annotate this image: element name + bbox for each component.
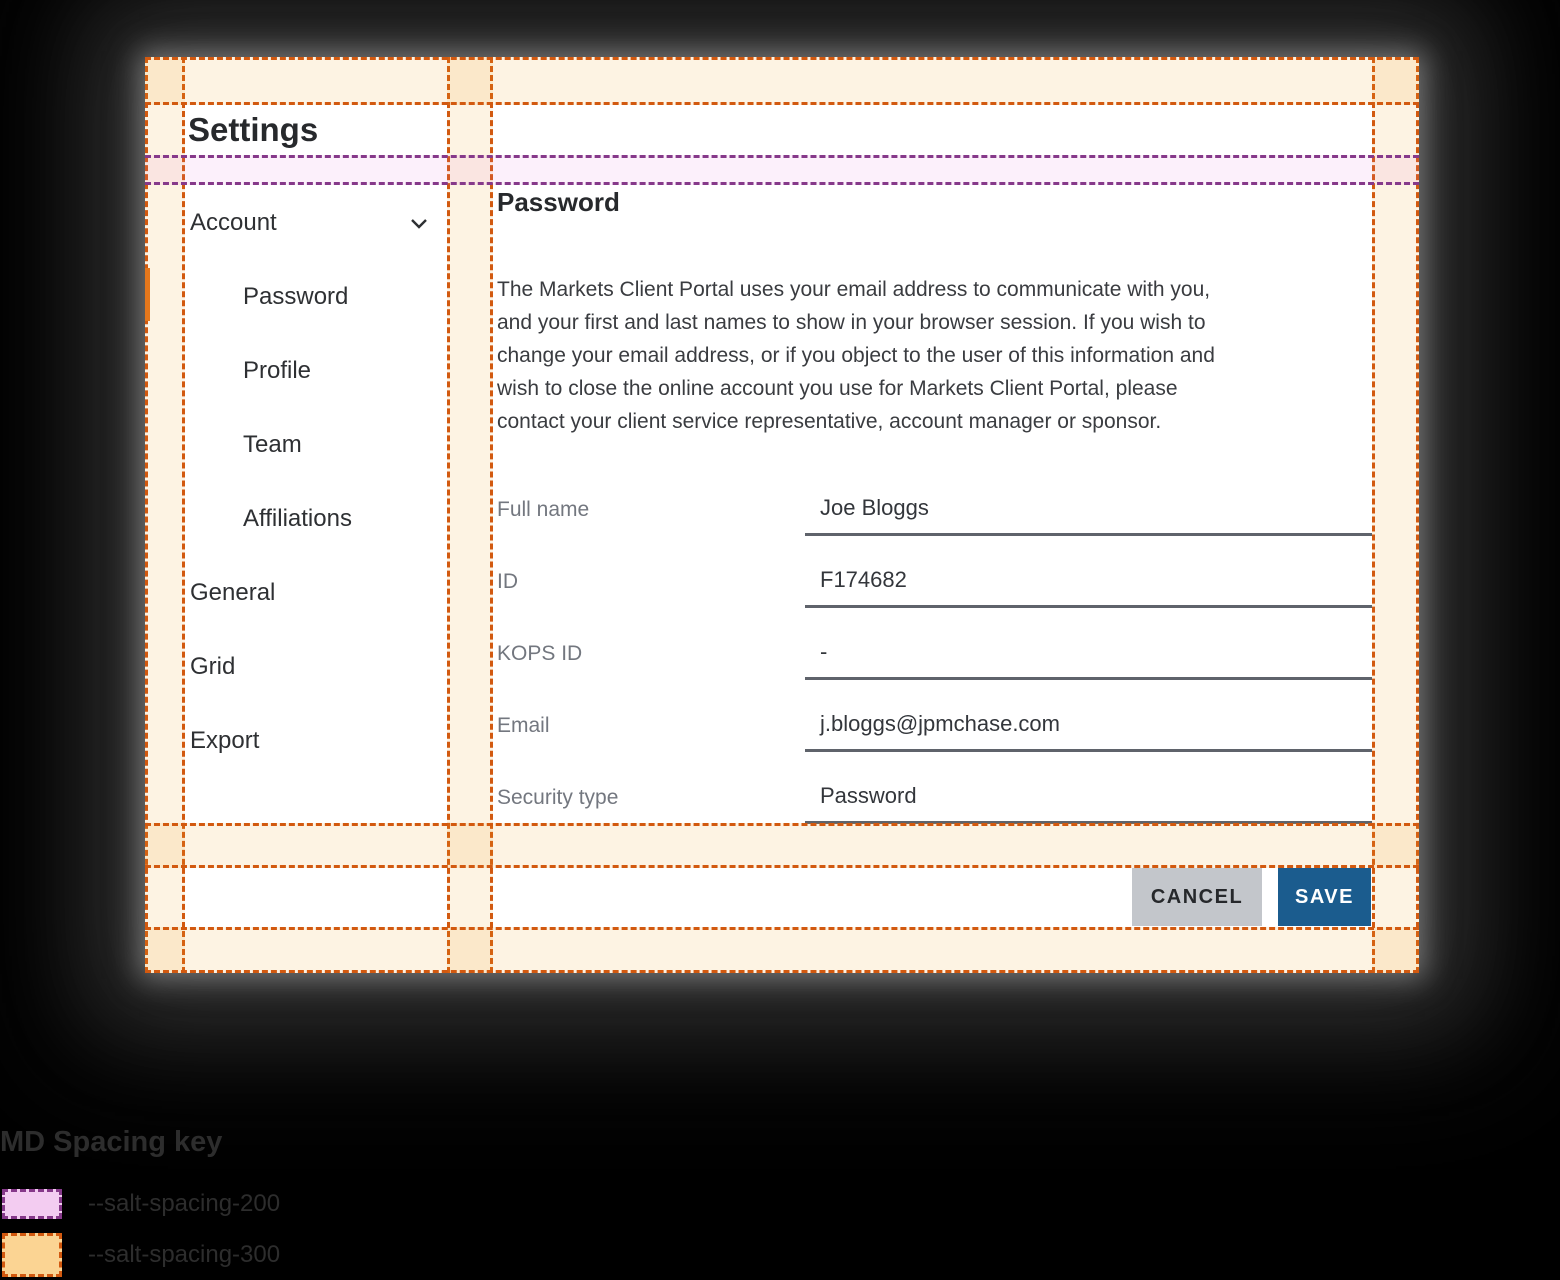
security-type-field[interactable]: Password <box>805 783 1372 824</box>
spacing-300-label: --salt-spacing-300 <box>88 1240 280 1270</box>
spacing-300-swatch <box>2 1233 62 1277</box>
spacing-overlay-right-column <box>1372 57 1419 973</box>
kops-id-field[interactable]: - <box>805 639 1372 680</box>
form-row: Full name Joe Bloggs <box>497 484 1372 536</box>
sidebar-item-team[interactable]: Team <box>243 421 302 469</box>
description-line: wish to close the online account you use… <box>497 372 1377 405</box>
spacing-overlay-under-title-row <box>145 155 1419 185</box>
description-line: and your first and last names to show in… <box>497 306 1377 339</box>
kops-id-label: KOPS ID <box>497 642 582 666</box>
form-row: KOPS ID - <box>497 628 1372 680</box>
form-row: Security type Password <box>497 772 1372 824</box>
id-label: ID <box>497 570 518 594</box>
sidebar-item-grid[interactable]: Grid <box>190 643 235 691</box>
sidebar-item-profile[interactable]: Profile <box>243 347 311 395</box>
id-field[interactable]: F174682 <box>805 567 1372 608</box>
spacing-overlay-left-column <box>145 57 185 973</box>
sidebar-item-password[interactable]: Password <box>243 273 348 321</box>
email-label: Email <box>497 714 550 738</box>
spacing-overlay-bottom-row <box>145 927 1419 973</box>
sidebar-item-account[interactable]: Account <box>190 199 277 247</box>
security-type-label: Security type <box>497 786 618 810</box>
description-line: The Markets Client Portal uses your emai… <box>497 273 1377 306</box>
section-heading: Password <box>497 187 620 218</box>
settings-dialog: Settings Account Password Profile Team A… <box>145 57 1419 973</box>
save-button[interactable]: SAVE <box>1278 868 1371 926</box>
active-item-indicator <box>145 268 150 321</box>
cancel-button[interactable]: CANCEL <box>1132 868 1262 926</box>
email-field[interactable]: j.bloggs@jpmchase.com <box>805 711 1372 752</box>
spacing-overlay-top-row <box>145 57 1419 105</box>
description-line: change your email address, or if you obj… <box>497 339 1377 372</box>
sidebar-item-general[interactable]: General <box>190 569 275 617</box>
description-text: The Markets Client Portal uses your emai… <box>497 273 1377 438</box>
sidebar-item-affiliations[interactable]: Affiliations <box>243 495 352 543</box>
legend-title: MD Spacing key <box>0 1126 222 1159</box>
full-name-field[interactable]: Joe Bloggs <box>805 495 1372 536</box>
spacing-200-swatch <box>2 1189 62 1219</box>
spacing-overlay-middle-column <box>447 57 493 973</box>
sidebar-item-export[interactable]: Export <box>190 717 259 765</box>
chevron-down-icon[interactable] <box>407 211 431 235</box>
spacing-overlay-above-buttons-row <box>145 823 1419 868</box>
form-row: Email j.bloggs@jpmchase.com <box>497 700 1372 752</box>
dialog-title: Settings <box>188 109 318 151</box>
form-row: ID F174682 <box>497 556 1372 608</box>
full-name-label: Full name <box>497 498 589 522</box>
spacing-200-label: --salt-spacing-200 <box>88 1189 280 1219</box>
description-line: contact your client service representati… <box>497 405 1377 438</box>
